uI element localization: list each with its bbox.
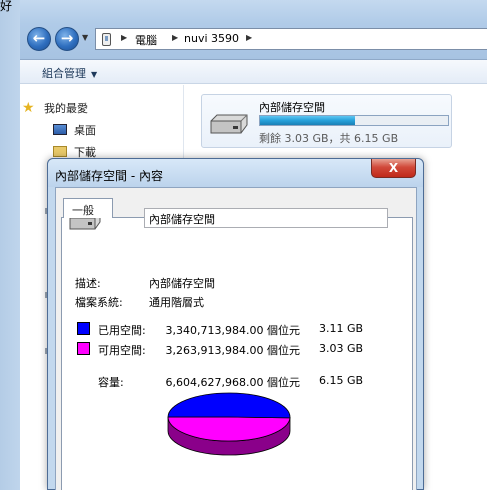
drive-name-field[interactable]: 內部儲存空間 [144,208,388,228]
drive-usage-bar [259,115,449,126]
used-space-label: 已用空間: [98,324,146,337]
star-icon: ★ [22,100,35,116]
drive-tile[interactable]: 內部儲存空間 剩餘 3.03 GB，共 6.15 GB [201,94,452,148]
used-space-swatch [77,322,90,335]
close-button[interactable]: X [371,159,416,178]
breadcrumb-computer[interactable]: 電腦 [135,32,157,48]
recent-pages-dropdown[interactable]: ▼ [82,33,88,42]
filesystem-value: 通用階層式 [149,296,204,309]
description-value: 內部儲存空間 [149,277,215,290]
drive-name: 內部儲存空間 [259,101,325,114]
downloads-icon [53,146,67,157]
free-space-label: 可用空間: [98,344,146,357]
close-icon: X [388,161,399,175]
filesystem-label: 檔案系統: [75,296,123,309]
breadcrumb-nuvi[interactable]: nuvi 3590 [184,32,239,45]
free-space-size: 3.03 GB [319,342,364,355]
pie-used-slice [167,392,291,419]
free-space-swatch [77,342,90,355]
capacity-size: 6.15 GB [319,374,364,387]
tab-general[interactable]: 一般 [63,198,113,218]
window-title: 好 [0,0,13,13]
free-space-bytes: 3,263,913,984.00 個位元 [165,344,300,357]
description-label: 描述: [75,277,101,290]
used-space-bytes: 3,340,713,984.00 個位元 [165,324,300,337]
chevron-right-icon[interactable]: ▶ [121,33,127,42]
capacity-label: 容量: [98,376,124,389]
drive-usage-fill [260,116,356,125]
back-button[interactable]: ← [27,27,51,51]
arrow-left-icon: ← [32,29,46,47]
chevron-right-icon[interactable]: ▶ [246,33,252,42]
capacity-bytes: 6,604,627,968.00 個位元 [165,376,300,389]
forward-button[interactable]: → [55,27,79,51]
chevron-down-icon: ▼ [91,70,98,79]
separator [70,363,388,364]
dialog-title: 內部儲存空間 - 內容 [55,169,163,183]
dialog-titlebar[interactable]: 內部儲存空間 - 內容 [48,159,423,187]
device-icon [102,33,111,46]
desktop-icon [53,124,67,135]
favorites-label[interactable]: 我的最愛 [44,100,88,116]
address-bar[interactable]: ▶ 電腦 ▶ nuvi 3590 ▶ [95,28,487,50]
nav-item-desktop[interactable]: 桌面 [74,122,96,138]
drive-free-text: 剩餘 3.03 GB，共 6.15 GB [259,132,399,145]
window-frame-left [0,0,20,490]
chevron-right-icon[interactable]: ▶ [172,33,178,42]
properties-dialog: 內部儲存空間 - 內容 X 一般 內部儲存空間 描述: 內部儲存空間 檔案系統:… [47,158,424,490]
disk-usage-pie [167,392,291,456]
removable-drive-icon [210,114,248,134]
separator [70,316,388,317]
command-bar: 組合管理 ▼ [20,60,487,84]
organize-menu[interactable]: 組合管理 ▼ [42,65,97,81]
arrow-right-icon: → [60,29,74,47]
used-space-size: 3.11 GB [319,322,364,335]
